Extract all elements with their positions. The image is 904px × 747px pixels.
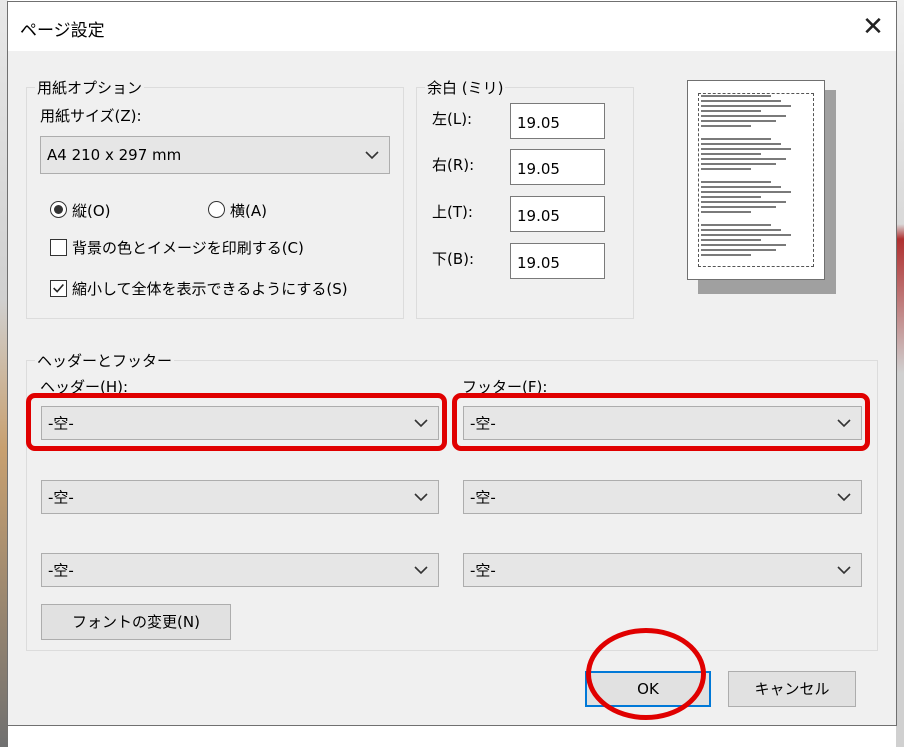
margins-legend: 余白 (ミリ) <box>427 79 504 97</box>
preview-text-line <box>701 181 771 183</box>
footer-select-2-value: -空- <box>470 488 496 507</box>
preview-text-line <box>701 100 781 102</box>
preview-text-line <box>701 143 781 145</box>
header-select-3[interactable]: -空- <box>41 553 439 587</box>
chevron-down-icon <box>414 566 428 575</box>
preview-text-line <box>701 120 776 122</box>
footer-select-3[interactable]: -空- <box>463 553 862 587</box>
paper-size-value: A4 210 x 297 mm <box>47 146 182 164</box>
margin-top-label: 上(T): <box>432 203 473 221</box>
preview-text-line <box>701 254 751 256</box>
paper-size-label: 用紙サイズ(Z): <box>40 107 142 125</box>
preview-text-line <box>701 115 786 117</box>
page-preview <box>687 80 825 280</box>
preview-text-line <box>701 105 791 107</box>
margin-bottom-label: 下(B): <box>432 250 475 268</box>
paper-options-legend: 用紙オプション <box>37 79 143 97</box>
preview-text-line <box>701 168 751 170</box>
change-font-button[interactable]: フォントの変更(N) <box>41 604 231 640</box>
portrait-label[interactable]: 縦(O) <box>72 200 111 221</box>
preview-text-line <box>701 153 761 155</box>
footer-highlight <box>452 393 870 451</box>
preview-text-line <box>701 196 761 198</box>
radio-icon[interactable] <box>50 201 67 218</box>
preview-text-line <box>701 95 771 97</box>
dialog-title: ページ設定 <box>20 21 105 41</box>
preview-text-line <box>701 224 771 226</box>
preview-text-line <box>701 244 786 246</box>
footer-select-3-value: -空- <box>470 561 496 580</box>
preview-text-line <box>701 158 786 160</box>
margin-right-label: 右(R): <box>432 156 475 174</box>
chevron-down-icon <box>365 151 379 160</box>
cancel-button[interactable]: キャンセル <box>728 671 856 707</box>
header-select-2-value: -空- <box>48 488 74 507</box>
preview-text-line <box>701 234 791 236</box>
close-icon[interactable]: ✕ <box>856 10 890 44</box>
preview-text-line <box>701 191 791 193</box>
preview-text-line <box>701 239 761 241</box>
preview-text-line <box>701 186 781 188</box>
chevron-down-icon <box>837 493 851 502</box>
preview-text-line <box>701 201 786 203</box>
ok-highlight <box>586 628 706 720</box>
preview-text-line <box>701 110 761 112</box>
preview-text-line <box>701 229 781 231</box>
preview-text-line <box>701 125 751 127</box>
margin-left-input[interactable]: 19.05 <box>510 103 605 139</box>
margin-right-input[interactable]: 19.05 <box>510 149 605 185</box>
preview-text-line <box>701 148 791 150</box>
preview-text-line <box>701 163 776 165</box>
checkbox-icon[interactable] <box>50 239 67 256</box>
preview-text-line <box>701 211 751 213</box>
checkbox-icon[interactable] <box>50 280 67 297</box>
footer-select-2[interactable]: -空- <box>463 480 862 514</box>
chevron-down-icon <box>414 493 428 502</box>
radio-icon[interactable] <box>208 201 225 218</box>
margin-top-input[interactable]: 19.05 <box>510 196 605 232</box>
preview-text-line <box>701 249 776 251</box>
margin-bottom-input[interactable]: 19.05 <box>510 243 605 279</box>
header-footer-legend: ヘッダーとフッター <box>37 352 173 370</box>
paper-size-select[interactable]: A4 210 x 297 mm <box>40 136 390 174</box>
check-icon <box>53 284 64 293</box>
margin-left-label: 左(L): <box>432 110 473 128</box>
page-setup-dialog: ページ設定 ✕ 用紙オプション 用紙サイズ(Z): A4 210 x 297 m… <box>7 1 897 726</box>
chevron-down-icon <box>837 566 851 575</box>
print-background-label[interactable]: 背景の色とイメージを印刷する(C) <box>72 237 304 258</box>
preview-text-line <box>701 206 776 208</box>
title-bar: ページ設定 ✕ <box>8 2 896 51</box>
header-select-3-value: -空- <box>48 561 74 580</box>
header-highlight <box>26 393 447 451</box>
header-select-2[interactable]: -空- <box>41 480 439 514</box>
landscape-label[interactable]: 横(A) <box>230 200 267 221</box>
preview-text-line <box>701 138 771 140</box>
background-right <box>896 0 904 747</box>
shrink-to-fit-label[interactable]: 縮小して全体を表示できるようにする(S) <box>72 278 348 299</box>
